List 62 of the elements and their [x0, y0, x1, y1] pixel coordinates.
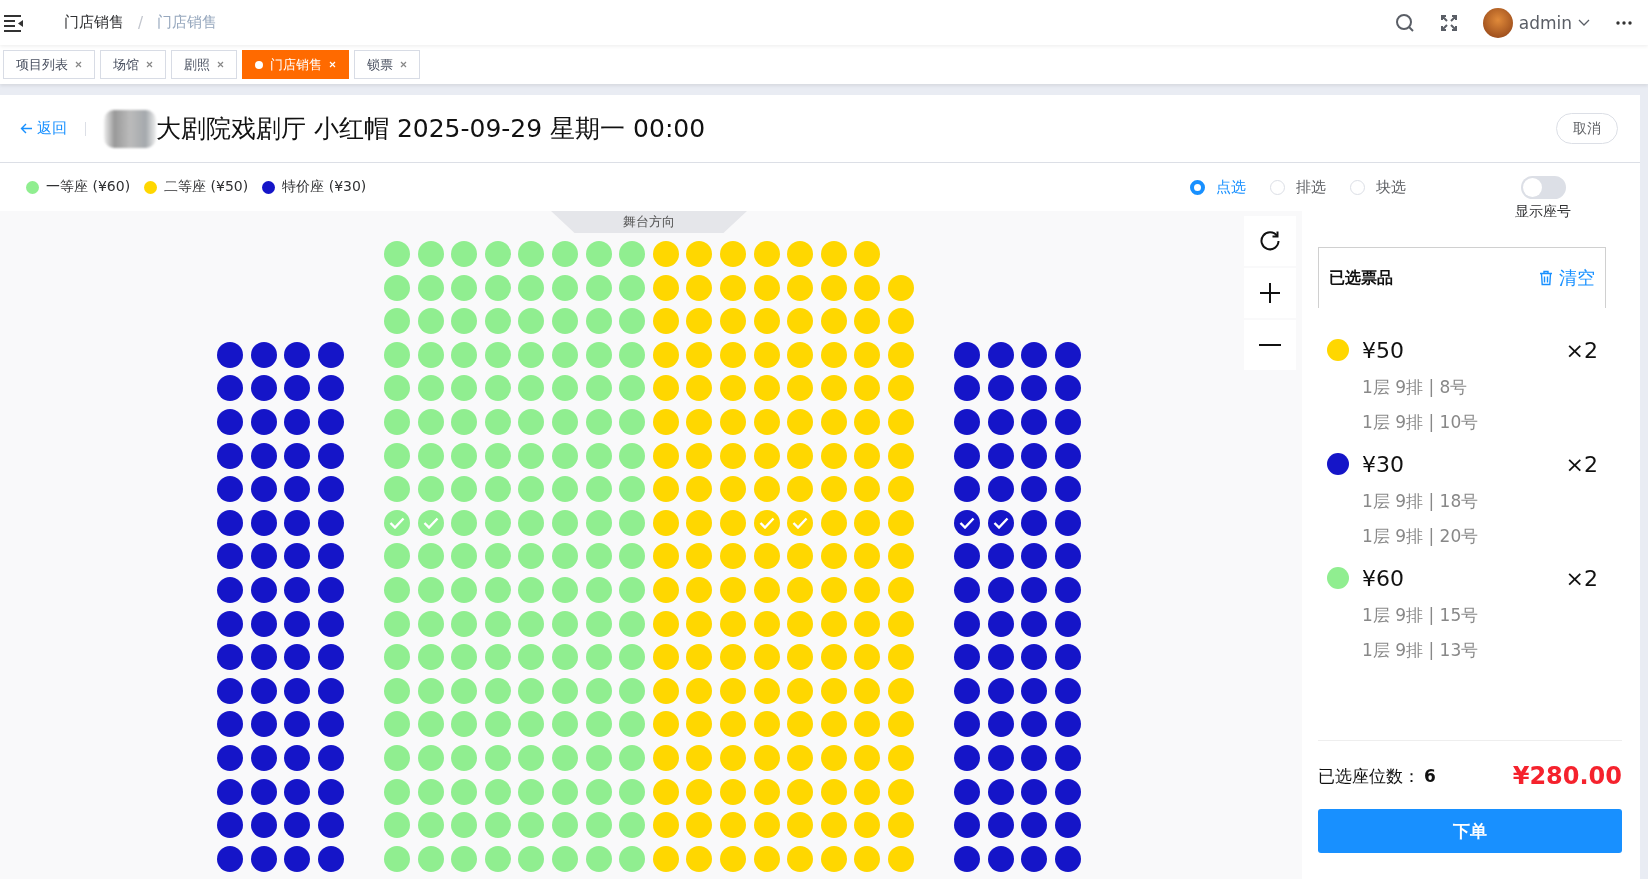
refresh-button[interactable] [1244, 216, 1296, 266]
seat-info: 1层 9排 | 10号 [1361, 411, 1480, 434]
seat-info: 1层 9排 | 13号 [1361, 639, 1480, 662]
seat-count: 6 [1424, 766, 1436, 786]
check-icon [792, 516, 809, 529]
close-icon[interactable] [217, 61, 224, 68]
user-name[interactable]: admin [1518, 12, 1572, 33]
arrow-left-icon [20, 123, 33, 134]
select-mode-radio[interactable]: 排选 [1270, 177, 1326, 197]
legend-item: 特价座 (¥30) [262, 178, 367, 196]
chevron-down-icon[interactable] [1578, 18, 1590, 27]
select-mode-radio[interactable]: 块选 [1350, 177, 1406, 197]
ticket-count: ×2 [1565, 337, 1598, 363]
cancel-button[interactable]: 取消 [1556, 113, 1618, 144]
ticket-price: ¥30 [1362, 451, 1404, 477]
refresh-icon [1259, 230, 1281, 252]
seat-info: 1层 9排 | 18号 [1361, 490, 1480, 513]
stage-label: 舞台方向 [551, 211, 747, 233]
breadcrumb-item[interactable]: 门店销售 [64, 13, 124, 32]
close-icon[interactable] [400, 61, 407, 68]
seat-info: 1层 9排 | 20号 [1361, 525, 1480, 548]
tab[interactable]: 项目列表 [3, 50, 95, 79]
legend-item: 一等座 (¥60) [26, 178, 131, 196]
minus-icon [1259, 344, 1281, 346]
tab[interactable]: 锁票 [354, 50, 420, 79]
seat-info: 1层 9排 | 15号 [1361, 604, 1480, 627]
close-icon[interactable] [146, 61, 153, 68]
seat-info: 1层 9排 | 8号 [1361, 376, 1469, 399]
active-dot [255, 60, 263, 69]
ticket-price: ¥50 [1362, 337, 1404, 363]
avatar[interactable] [1482, 7, 1513, 38]
select-mode-radio[interactable]: 点选 [1190, 177, 1246, 197]
check-icon [422, 516, 439, 529]
seat-number-toggle[interactable] [1520, 175, 1566, 199]
close-icon[interactable] [75, 61, 82, 68]
check-icon [992, 516, 1009, 529]
menu-icon[interactable] [4, 13, 24, 32]
selected-seat[interactable] [987, 509, 1014, 536]
legend-item: 二等座 (¥50) [144, 178, 249, 196]
plus-icon [1259, 282, 1281, 304]
selected-seat[interactable] [953, 509, 980, 536]
page-title: 大剧院戏剧厅 小红帽 2025-09-29 星期一 00:00 [156, 113, 706, 145]
toggle-label: 显示座号 [1515, 202, 1571, 221]
fullscreen-icon[interactable] [1440, 14, 1457, 31]
breadcrumb-separator: / [138, 13, 144, 32]
tab[interactable]: 剧照 [171, 50, 237, 79]
ticket-price: ¥60 [1362, 565, 1404, 591]
back-link[interactable]: 返回 [20, 119, 67, 138]
cart-title: 已选票品 [1329, 267, 1393, 289]
ticket-count: ×2 [1565, 565, 1598, 591]
seat-count-label: 已选座位数： [1318, 764, 1420, 788]
check-icon [958, 516, 975, 529]
check-icon [389, 516, 406, 529]
ticket-count: ×2 [1565, 451, 1598, 477]
more-icon[interactable] [1616, 20, 1632, 25]
redacted-block [104, 109, 156, 148]
check-icon [758, 516, 775, 529]
trash-icon [1539, 270, 1553, 286]
search-icon[interactable] [1394, 12, 1415, 33]
total-price: ¥280.00 [1512, 762, 1622, 790]
tab[interactable]: 场馆 [100, 50, 166, 79]
zoom-in-button[interactable] [1244, 268, 1296, 318]
